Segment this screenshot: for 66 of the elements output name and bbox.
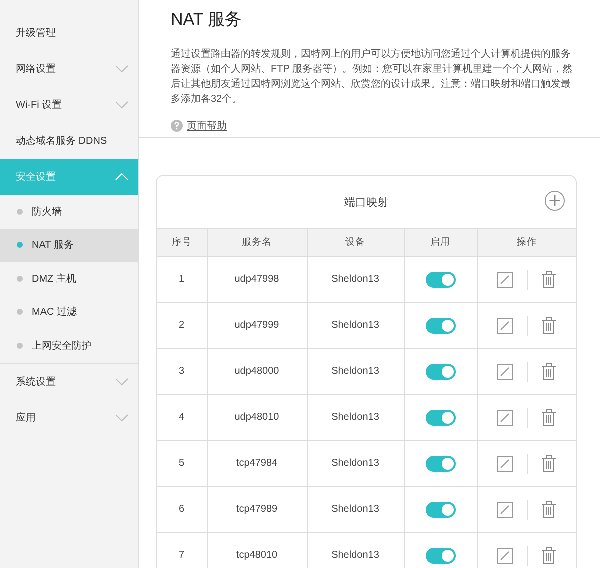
help-icon: [171, 120, 183, 132]
edit-icon[interactable]: [497, 318, 514, 334]
column-header: 操作: [477, 228, 576, 256]
table-cell: 1: [157, 256, 207, 302]
sidebar-subitem[interactable]: DMZ 主机: [0, 262, 138, 296]
toggle-switch[interactable]: [426, 272, 456, 288]
sidebar-subitem[interactable]: NAT 服务: [0, 228, 138, 262]
table-cell: Sheldon13: [307, 440, 404, 486]
sidebar-item[interactable]: Wi-Fi 设置: [0, 87, 138, 123]
table-cell: tcp47989: [207, 486, 307, 532]
table-cell: Sheldon13: [307, 348, 404, 394]
column-header: 服务名: [207, 228, 307, 256]
trash-icon[interactable]: [542, 455, 556, 472]
table-cell: udp47999: [207, 302, 307, 348]
edit-icon[interactable]: [497, 502, 514, 518]
column-header: 设备: [307, 228, 404, 256]
toggle-switch[interactable]: [426, 364, 456, 380]
table-cell: Sheldon13: [307, 394, 404, 440]
table-cell: udp47998: [207, 256, 307, 302]
toggle-switch[interactable]: [426, 548, 456, 564]
table-cell: tcp47984: [207, 440, 307, 486]
chevron-down-icon: [115, 101, 129, 109]
table-title: 端口映射: [344, 196, 388, 210]
chevron-down-icon: [115, 65, 129, 73]
trash-icon[interactable]: [542, 501, 556, 518]
chevron-up-icon: [115, 173, 129, 181]
toggle-switch[interactable]: [426, 318, 456, 334]
chevron-down-icon: [115, 378, 129, 386]
table-cell: udp48010: [207, 394, 307, 440]
description-text: 通过设置路由器的转发规则，因特网上的用户可以方便地访问您通过个人计算机提供的服务器资源（如个人网站、FTP 服务器等）。例如：您可以在家里计算机里建一个个人网站，然后让其他朋友通过因特网浏览这个网站、欣赏您的设计成果。注意：端口映射和端口触发最多添加各32个。: [171, 48, 574, 107]
table-cell: 5: [157, 440, 207, 486]
help-link[interactable]: 页面帮助: [187, 119, 227, 133]
sidebar-item[interactable]: 应用: [0, 400, 138, 436]
trash-icon[interactable]: [542, 409, 556, 426]
chevron-down-icon: [115, 414, 129, 422]
page-title: NAT 服务: [171, 9, 242, 31]
edit-icon[interactable]: [497, 456, 514, 472]
column-header: 序号: [157, 228, 207, 256]
table-cell: Sheldon13: [307, 256, 404, 302]
table-cell: Sheldon13: [307, 302, 404, 348]
sidebar-subitem[interactable]: MAC 过滤: [0, 296, 138, 329]
sidebar-subitem[interactable]: 防火墙: [0, 195, 138, 228]
sidebar-item[interactable]: 系统设置: [0, 364, 138, 400]
edit-icon[interactable]: [497, 410, 514, 426]
edit-icon[interactable]: [497, 548, 514, 564]
table-cell: Sheldon13: [307, 486, 404, 532]
edit-icon[interactable]: [497, 272, 514, 288]
table-cell: 2: [157, 302, 207, 348]
sidebar-subitem[interactable]: 上网安全防护: [0, 329, 138, 362]
trash-icon[interactable]: [542, 271, 556, 288]
sidebar-item[interactable]: 网络设置: [0, 51, 138, 87]
toggle-switch[interactable]: [426, 456, 456, 472]
add-button[interactable]: +: [545, 191, 565, 211]
table-cell: 6: [157, 486, 207, 532]
trash-icon[interactable]: [542, 317, 556, 334]
table-cell: udp48000: [207, 348, 307, 394]
toggle-switch[interactable]: [426, 410, 456, 426]
trash-icon[interactable]: [542, 547, 556, 564]
trash-icon[interactable]: [542, 363, 556, 380]
table-cell: 3: [157, 348, 207, 394]
sidebar-item[interactable]: 升级管理: [0, 15, 138, 51]
sidebar-item[interactable]: 动态域名服务 DDNS: [0, 123, 138, 159]
edit-icon[interactable]: [497, 364, 514, 380]
column-header: 启用: [404, 228, 477, 256]
toggle-switch[interactable]: [426, 502, 456, 518]
table-cell: 4: [157, 394, 207, 440]
